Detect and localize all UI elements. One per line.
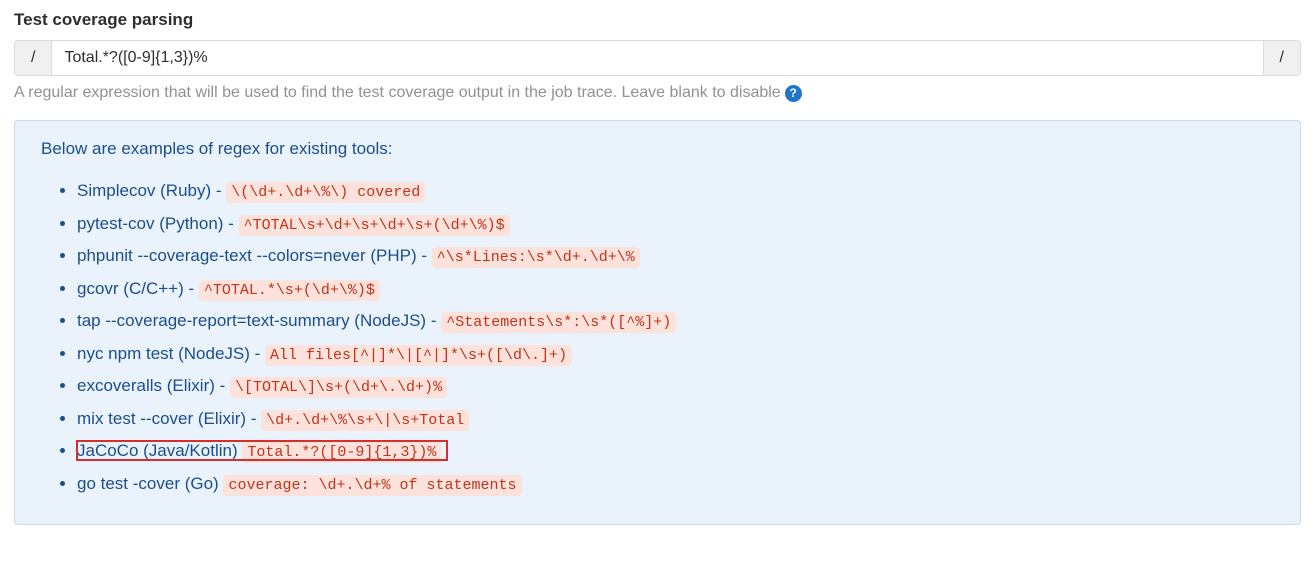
example-tool-name: mix test --cover (Elixir)	[77, 409, 246, 428]
example-separator: -	[211, 181, 226, 200]
help-text-content: A regular expression that will be used t…	[14, 84, 781, 102]
example-tool-name: nyc npm test (NodeJS)	[77, 344, 250, 363]
example-item: phpunit --coverage-text --colors=never (…	[77, 240, 1274, 273]
example-item: excoveralls (Elixir) - \[TOTAL\]\s+(\d+\…	[77, 370, 1274, 403]
example-tool-name: tap --coverage-report=text-summary (Node…	[77, 311, 426, 330]
example-regex-code: ^\s*Lines:\s*\d+.\d+\%	[432, 247, 640, 268]
example-item: pytest-cov (Python) - ^TOTAL\s+\d+\s+\d+…	[77, 208, 1274, 241]
example-regex-code: ^TOTAL\s+\d+\s+\d+\s+(\d+\%)$	[239, 215, 510, 236]
example-tool-name: excoveralls (Elixir)	[77, 376, 215, 395]
example-regex-code: \[TOTAL\]\s+(\d+\.\d+)%	[230, 377, 447, 398]
example-row: nyc npm test (NodeJS) - All files[^|]*\|…	[77, 344, 572, 363]
example-row: tap --coverage-report=text-summary (Node…	[77, 311, 676, 330]
example-row: JaCoCo (Java/Kotlin) Total.*?([0-9]{1,3}…	[77, 441, 447, 460]
example-tool-name: JaCoCo (Java/Kotlin)	[77, 441, 238, 460]
example-regex-code: Total.*?([0-9]{1,3})%	[242, 442, 441, 463]
regex-prefix: /	[15, 41, 52, 75]
example-separator: -	[426, 311, 441, 330]
example-tool-name: gcovr (C/C++)	[77, 279, 184, 298]
example-tool-name: phpunit --coverage-text --colors=never (…	[77, 246, 417, 265]
example-item: tap --coverage-report=text-summary (Node…	[77, 305, 1274, 338]
coverage-regex-input[interactable]	[52, 41, 1262, 75]
example-separator: -	[250, 344, 265, 363]
example-row: pytest-cov (Python) - ^TOTAL\s+\d+\s+\d+…	[77, 214, 510, 233]
example-row: mix test --cover (Elixir) - \d+.\d+\%\s+…	[77, 409, 469, 428]
examples-list: Simplecov (Ruby) - \(\d+.\d+\%\) covered…	[41, 175, 1274, 500]
example-row: Simplecov (Ruby) - \(\d+.\d+\%\) covered	[77, 181, 425, 200]
example-separator: -	[223, 214, 238, 233]
example-item: nyc npm test (NodeJS) - All files[^|]*\|…	[77, 338, 1274, 371]
example-separator: -	[246, 409, 261, 428]
help-text: A regular expression that will be used t…	[14, 84, 1301, 102]
example-item: mix test --cover (Elixir) - \d+.\d+\%\s+…	[77, 403, 1274, 436]
example-item: go test -cover (Go) coverage: \d+.\d+% o…	[77, 468, 1274, 501]
example-row: phpunit --coverage-text --colors=never (…	[77, 246, 640, 265]
example-separator: -	[215, 376, 230, 395]
example-regex-code: All files[^|]*\|[^|]*\s+([\d\.]+)	[265, 345, 572, 366]
example-separator: -	[184, 279, 199, 298]
example-tool-name: pytest-cov (Python)	[77, 214, 223, 233]
regex-input-group: / /	[14, 40, 1301, 76]
example-row: go test -cover (Go) coverage: \d+.\d+% o…	[77, 474, 522, 493]
examples-title: Below are examples of regex for existing…	[41, 139, 1274, 159]
example-tool-name: go test -cover (Go)	[77, 474, 219, 493]
example-item: gcovr (C/C++) - ^TOTAL.*\s+(\d+\%)$	[77, 273, 1274, 306]
section-label: Test coverage parsing	[14, 10, 1301, 30]
example-regex-code: ^TOTAL.*\s+(\d+\%)$	[199, 280, 380, 301]
example-regex-code: \(\d+.\d+\%\) covered	[226, 182, 425, 203]
example-row: gcovr (C/C++) - ^TOTAL.*\s+(\d+\%)$	[77, 279, 380, 298]
example-item: Simplecov (Ruby) - \(\d+.\d+\%\) covered	[77, 175, 1274, 208]
example-separator: -	[417, 246, 432, 265]
regex-suffix: /	[1263, 41, 1300, 75]
example-row: excoveralls (Elixir) - \[TOTAL\]\s+(\d+\…	[77, 376, 447, 395]
example-regex-code: \d+.\d+\%\s+\|\s+Total	[261, 410, 469, 431]
example-item: JaCoCo (Java/Kotlin) Total.*?([0-9]{1,3}…	[77, 435, 1274, 468]
example-tool-name: Simplecov (Ruby)	[77, 181, 211, 200]
example-regex-code: ^Statements\s*:\s*([^%]+)	[441, 312, 676, 333]
examples-well: Below are examples of regex for existing…	[14, 120, 1301, 525]
example-regex-code: coverage: \d+.\d+% of statements	[223, 475, 521, 496]
help-icon[interactable]: ?	[785, 85, 802, 102]
